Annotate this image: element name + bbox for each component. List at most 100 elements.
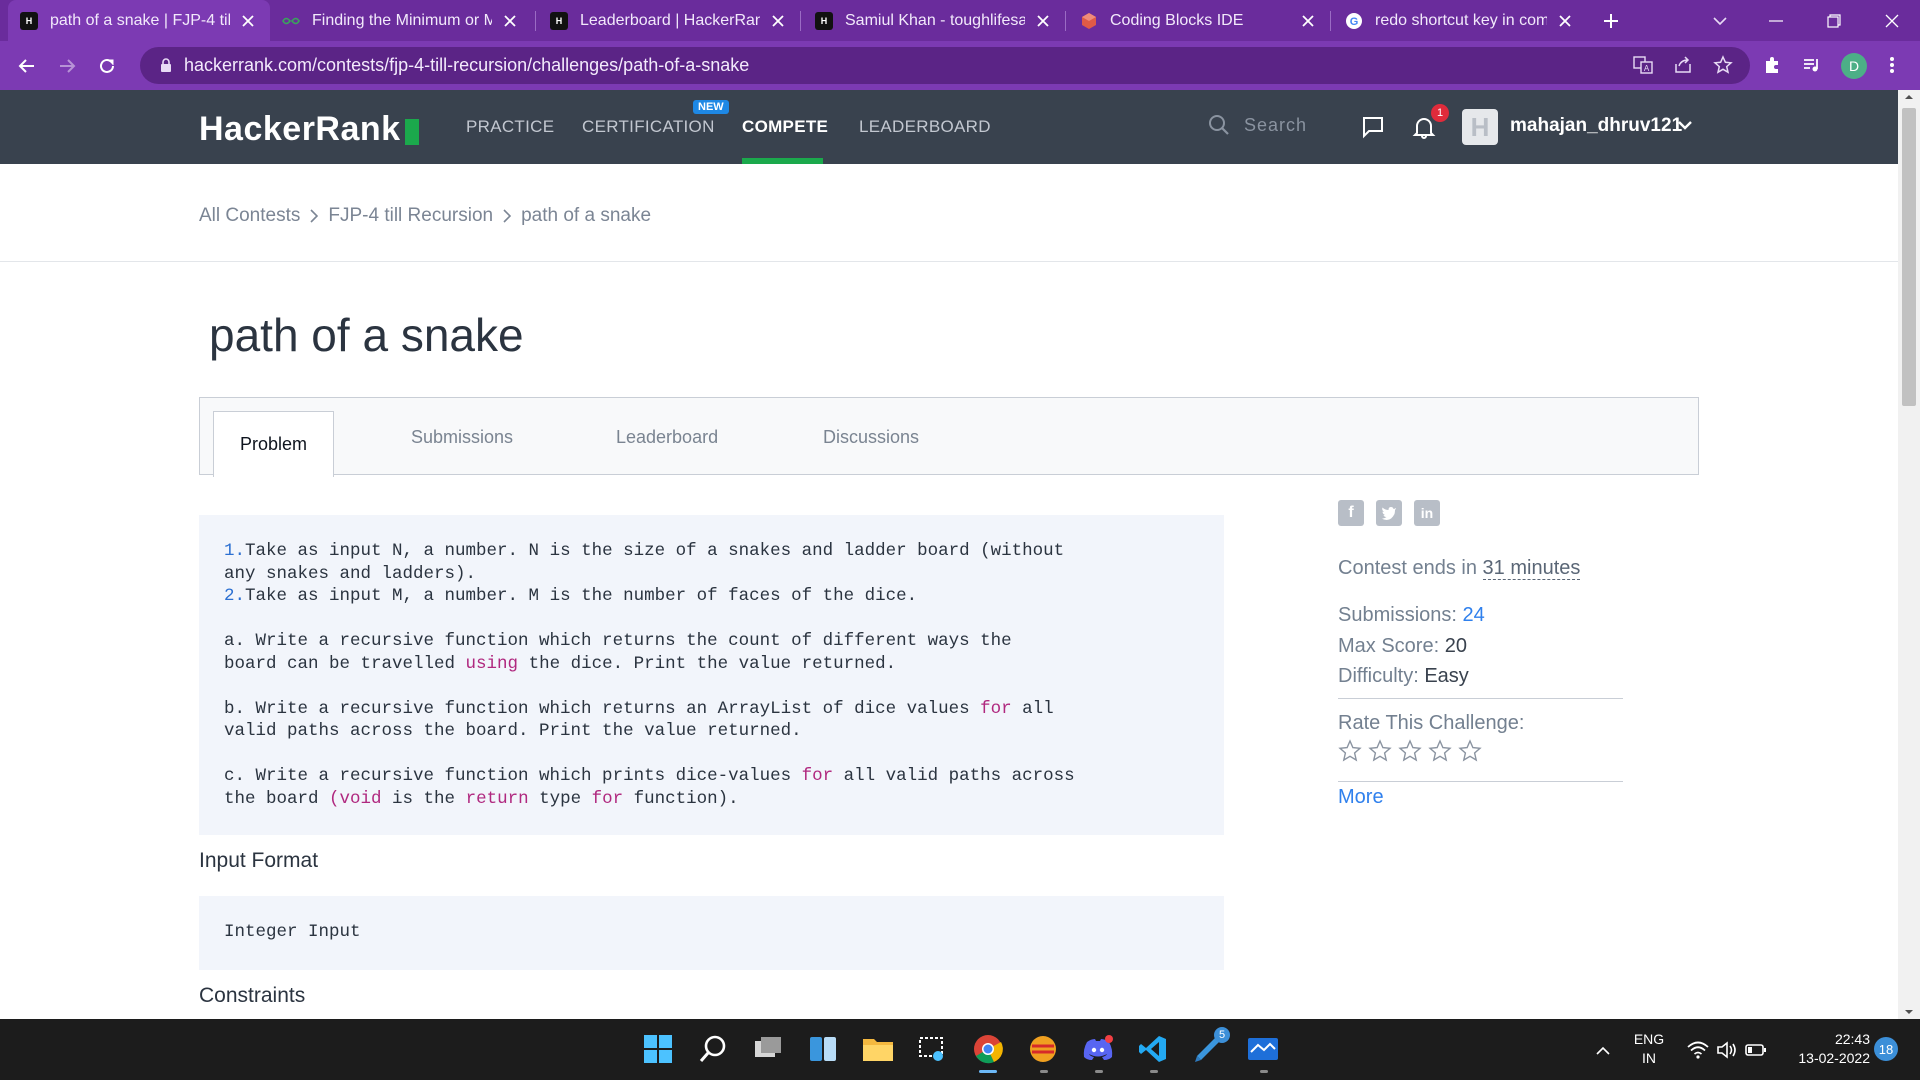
star-icon[interactable] — [1398, 739, 1428, 763]
new-tab-button[interactable] — [1583, 0, 1639, 41]
breadcrumb-all-contests[interactable]: All Contests — [199, 205, 300, 227]
minimize-button[interactable] — [1748, 0, 1804, 41]
hackerrank-logo[interactable]: HackerRank — [199, 110, 419, 149]
username[interactable]: mahajan_dhruv121 — [1510, 115, 1682, 137]
tab-submissions[interactable]: Submissions — [411, 398, 513, 476]
problem-text-segment: function). — [623, 788, 739, 809]
wifi-icon[interactable] — [1683, 1032, 1713, 1068]
notification-center-badge[interactable]: 18 — [1874, 1037, 1898, 1061]
profile-avatar[interactable]: D — [1841, 53, 1867, 79]
reload-button[interactable] — [90, 49, 124, 83]
problem-text-segment: (void — [329, 788, 382, 809]
task-view-icon[interactable] — [750, 1031, 786, 1067]
vscode-icon[interactable] — [1135, 1031, 1171, 1067]
translate-icon[interactable]: A — [1633, 55, 1653, 75]
app-icon[interactable]: 5 — [1190, 1027, 1230, 1067]
twitter-icon[interactable] — [1376, 500, 1402, 526]
snipping-tool-icon[interactable] — [915, 1031, 951, 1067]
star-icon[interactable] — [1338, 739, 1368, 763]
tab-separator — [1330, 11, 1331, 31]
close-tab-icon[interactable] — [768, 11, 788, 31]
problem-line: c. Write a recursive function which prin… — [224, 765, 1199, 788]
submissions-count[interactable]: 24 — [1463, 604, 1485, 626]
star-icon[interactable] — [1428, 739, 1458, 763]
browser-tab[interactable]: H Leaderboard | HackerRank — [538, 0, 800, 41]
language-indicator[interactable]: ENG IN — [1628, 1030, 1670, 1068]
difficulty-value: Easy — [1424, 665, 1469, 687]
user-avatar[interactable]: H — [1462, 109, 1498, 145]
chrome-icon[interactable] — [970, 1031, 1006, 1067]
clock[interactable]: 22:43 13-02-2022 — [1774, 1030, 1870, 1068]
problem-line — [224, 743, 1199, 766]
problem-text: 1.Take as input N, a number. N is the si… — [224, 540, 1199, 810]
more-link-text[interactable]: More — [1338, 786, 1384, 808]
max-score-value: 20 — [1444, 635, 1467, 657]
media-control-icon[interactable] — [1802, 55, 1822, 75]
close-tab-icon[interactable] — [1555, 11, 1575, 31]
app-icon[interactable] — [1025, 1031, 1061, 1067]
nav-leaderboard[interactable]: LEADERBOARD — [859, 117, 991, 137]
restore-button[interactable] — [1806, 0, 1862, 41]
hackerrank-icon: H — [20, 11, 38, 30]
tab-problem[interactable]: Problem — [213, 411, 335, 477]
start-icon[interactable] — [640, 1031, 676, 1067]
page-scrollbar[interactable] — [1898, 90, 1920, 1019]
back-button[interactable] — [10, 49, 44, 83]
discord-icon[interactable] — [1080, 1031, 1116, 1067]
tab-leaderboard[interactable]: Leaderboard — [616, 398, 718, 476]
problem-statement: 1.Take as input N, a number. N is the si… — [199, 515, 1224, 835]
nav-certification[interactable]: CERTIFICATION — [582, 117, 715, 137]
file-explorer-icon[interactable] — [860, 1031, 896, 1067]
language-code: ENG — [1633, 1031, 1665, 1047]
close-tab-icon[interactable] — [1033, 11, 1053, 31]
close-window-button[interactable] — [1864, 0, 1920, 41]
notifications-icon[interactable]: 1 — [1411, 104, 1449, 140]
browser-tab[interactable]: Finding the Minimum or Maximum — [270, 0, 532, 41]
problem-line: 2.Take as input M, a number. M is the nu… — [224, 585, 1199, 608]
forward-button[interactable] — [50, 49, 84, 83]
browser-tab[interactable]: H Samiul Khan - toughlifesamiul — [803, 0, 1065, 41]
chevron-up-icon[interactable] — [1588, 1033, 1618, 1069]
google-icon: G — [1345, 12, 1363, 30]
close-tab-icon[interactable] — [1298, 11, 1318, 31]
address-bar[interactable]: hackerrank.com/contests/fjp-4-till-recur… — [140, 47, 1750, 84]
share-icon[interactable] — [1673, 55, 1693, 75]
browser-tab[interactable]: G redo shortcut key in computer — [1333, 0, 1587, 41]
problem-text-segment: c. Write a recursive function which prin… — [224, 766, 802, 786]
tab-discussions[interactable]: Discussions — [823, 398, 919, 476]
menu-icon[interactable] — [1882, 55, 1902, 75]
messages-icon[interactable] — [1360, 114, 1386, 140]
nav-practice[interactable]: PRACTICE — [466, 117, 554, 137]
breadcrumb-challenge[interactable]: path of a snake — [521, 205, 651, 227]
scroll-down-icon[interactable] — [1898, 1005, 1920, 1019]
bookmark-star-icon[interactable] — [1713, 55, 1733, 75]
nav-search[interactable]: Search — [1208, 114, 1307, 136]
problem-line: a. Write a recursive function which retu… — [224, 630, 1199, 653]
volume-icon[interactable] — [1712, 1032, 1742, 1068]
lock-icon[interactable] — [160, 58, 172, 73]
nav-compete[interactable]: COMPETE — [742, 117, 828, 137]
star-icon[interactable] — [1368, 739, 1398, 763]
more-link[interactable]: More — [1338, 786, 1384, 809]
linkedin-icon[interactable]: in — [1414, 500, 1440, 526]
constraints-heading: Constraints — [199, 984, 306, 1007]
extensions-icon[interactable] — [1762, 55, 1782, 75]
search-icon[interactable] — [695, 1031, 731, 1067]
mail-icon[interactable] — [1245, 1031, 1281, 1067]
close-tab-icon[interactable] — [500, 11, 520, 31]
battery-icon[interactable] — [1741, 1032, 1771, 1068]
breadcrumb-contest[interactable]: FJP-4 till Recursion — [328, 205, 493, 227]
browser-tab-active[interactable]: H path of a snake | FJP-4 till Recursion — [8, 0, 270, 41]
scroll-thumb[interactable] — [1902, 108, 1916, 406]
tab-title: Coding Blocks IDE — [1110, 11, 1244, 29]
widgets-icon[interactable] — [805, 1031, 841, 1067]
browser-tab[interactable]: Coding Blocks IDE — [1068, 0, 1330, 41]
tab-title: redo shortcut key in computer — [1375, 11, 1547, 29]
svg-text:A: A — [1644, 64, 1650, 73]
chevron-down-icon[interactable] — [1677, 119, 1693, 131]
scroll-up-icon[interactable] — [1898, 90, 1920, 104]
close-tab-icon[interactable] — [238, 11, 258, 31]
facebook-icon[interactable]: f — [1338, 500, 1364, 526]
star-icon[interactable] — [1458, 739, 1488, 763]
tab-search-icon[interactable] — [1692, 0, 1748, 41]
